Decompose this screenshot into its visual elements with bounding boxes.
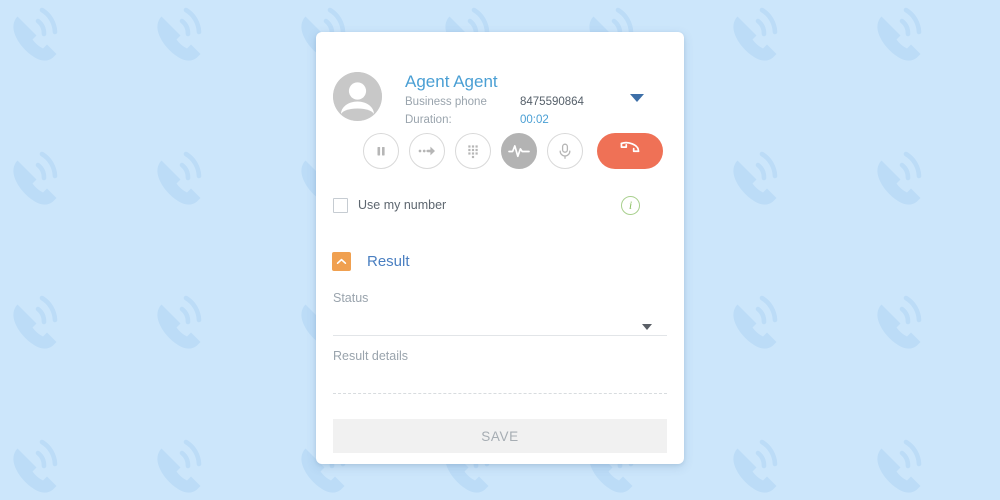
result-section-title: Result [367,253,410,270]
keypad-button[interactable] [455,133,491,169]
phone-hangup-icon [618,137,642,166]
avatar [333,72,382,121]
call-control-card: Agent Agent Business phone 8475590864 Du… [316,32,684,464]
caller-name: Agent Agent [405,72,498,91]
detail-label: Business phone [405,96,487,108]
hangup-button[interactable] [597,133,663,169]
use-my-number-checkbox[interactable] [333,197,348,213]
result-details-field-label: Result details [333,349,409,363]
chevron-down-icon[interactable] [630,94,644,102]
transfer-button[interactable] [409,133,445,169]
detail-value: 8475590864 [520,96,584,108]
result-collapse-toggle[interactable] [332,252,351,271]
detail-label: Duration: [405,114,452,126]
info-icon[interactable]: i [621,195,640,215]
detail-value: 00:02 [520,114,549,126]
microphone-icon [557,142,573,160]
call-controls [363,133,663,169]
call-header: Agent Agent Business phone 8475590864 Du… [333,42,670,126]
chevron-down-icon[interactable] [642,324,652,330]
use-my-number-label: Use my number [358,198,447,212]
save-button[interactable]: SAVE [333,419,667,453]
result-section-header: Result [332,252,410,271]
mute-button[interactable] [547,133,583,169]
hold-button[interactable] [363,133,399,169]
record-button[interactable] [501,133,537,169]
status-field[interactable]: Status [333,290,667,336]
dialpad-icon [464,142,482,160]
pause-icon [372,142,390,160]
use-my-number-row: Use my number i [333,192,667,218]
transfer-arrow-icon [417,142,437,160]
result-details-field[interactable]: Result details [333,348,667,394]
detail-row-duration: Duration: 00:02 [405,112,670,129]
status-field-underline [333,324,667,336]
result-details-underline [333,393,667,394]
status-field-label: Status [333,291,369,305]
chevron-up-icon [336,253,347,271]
waveform-icon [507,142,531,160]
